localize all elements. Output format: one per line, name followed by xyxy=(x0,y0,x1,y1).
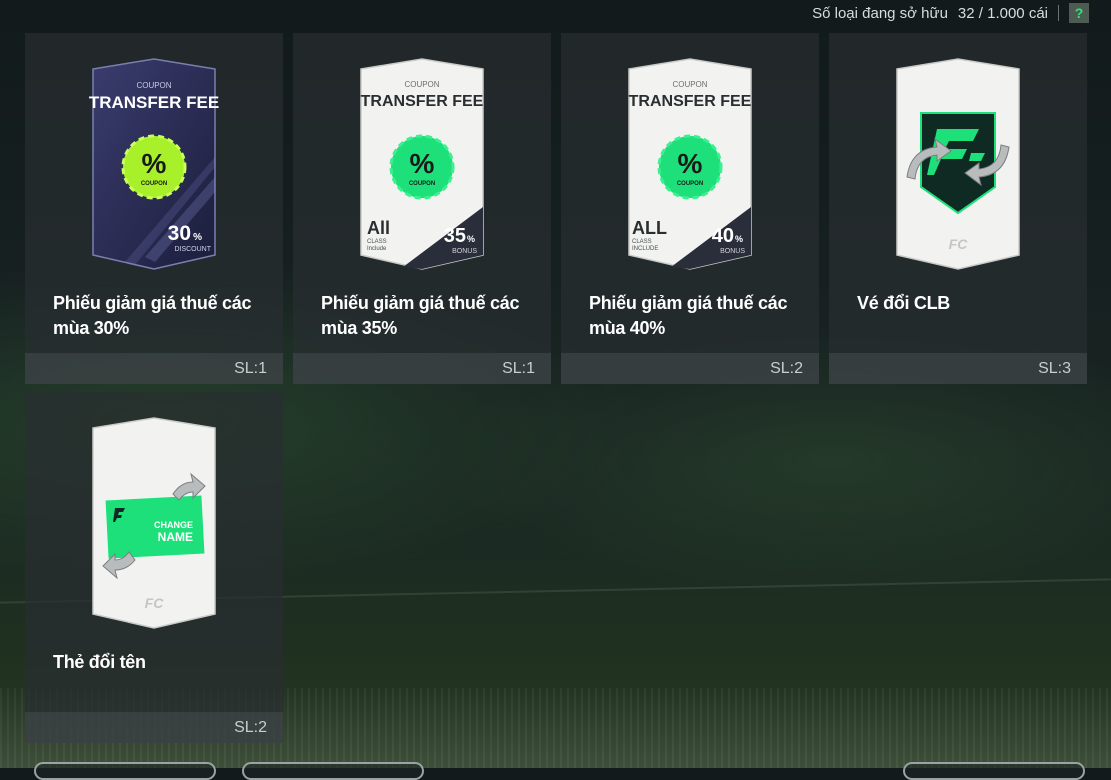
coupon-ticket-image: COUPON TRANSFER FEE % COUPON All CLASS I… xyxy=(360,58,484,270)
owned-value: 32 / 1.000 cái xyxy=(957,4,1048,22)
name-change-card-image: CHANGE NAME FC xyxy=(92,417,216,629)
percent-badge-icon: % COUPON xyxy=(121,134,187,200)
item-name: Thẻ đổi tên xyxy=(53,652,146,672)
owned-label: Số loại đang sở hữu xyxy=(812,4,948,22)
svg-text:%: % xyxy=(193,232,202,243)
item-card-tax-30[interactable]: COUPON TRANSFER FEE % COUPON 30 % DISCOU… xyxy=(25,33,283,384)
svg-text:COUPON: COUPON xyxy=(677,181,703,187)
svg-text:FC: FC xyxy=(949,236,969,252)
coupon-ticket-image: COUPON TRANSFER FEE % COUPON ALL CLASS I… xyxy=(628,58,752,270)
item-quantity: SL:2 xyxy=(25,712,283,743)
svg-text:TRANSFER FEE: TRANSFER FEE xyxy=(629,93,752,110)
svg-text:COUPON: COUPON xyxy=(672,80,707,89)
svg-text:CHANGE: CHANGE xyxy=(154,520,193,530)
svg-text:COUPON: COUPON xyxy=(409,181,435,187)
club-change-ticket-image: FC xyxy=(896,58,1020,270)
svg-text:DISCOUNT: DISCOUNT xyxy=(174,246,211,253)
svg-text:ALL: ALL xyxy=(632,218,667,238)
svg-text:TRANSFER FEE: TRANSFER FEE xyxy=(361,93,484,110)
svg-text:35: 35 xyxy=(444,225,466,247)
help-icon: ? xyxy=(1074,5,1084,21)
svg-text:30: 30 xyxy=(168,222,191,245)
item-card-tax-40[interactable]: COUPON TRANSFER FEE % COUPON ALL CLASS I… xyxy=(561,33,819,384)
svg-text:CLASS: CLASS xyxy=(367,239,387,245)
percent-badge-icon: % COUPON xyxy=(389,134,455,200)
svg-text:All: All xyxy=(367,218,390,238)
item-card-name-change[interactable]: CHANGE NAME FC Thẻ đổi tên SL:2 xyxy=(25,392,283,743)
bottom-button-2[interactable] xyxy=(242,762,424,780)
coupon-ticket-image: COUPON TRANSFER FEE % COUPON 30 % DISCOU… xyxy=(89,58,219,270)
svg-text:Include: Include xyxy=(367,246,387,252)
item-name: Phiếu giảm giá thuế các mùa 30% xyxy=(53,293,252,338)
svg-text:%: % xyxy=(467,234,475,244)
item-name: Phiếu giảm giá thuế các mùa 40% xyxy=(589,293,788,338)
svg-text:COUPON: COUPON xyxy=(141,181,167,187)
svg-text:FC: FC xyxy=(145,595,165,611)
svg-text:TRANSFER FEE: TRANSFER FEE xyxy=(89,93,219,112)
svg-text:BONUS: BONUS xyxy=(452,248,477,255)
svg-text:NAME: NAME xyxy=(158,530,193,544)
help-button[interactable]: ? xyxy=(1069,3,1089,23)
item-quantity: SL:2 xyxy=(561,353,819,384)
owned-count-bar: Số loại đang sở hữu 32 / 1.000 cái ? xyxy=(812,2,1089,24)
bottom-button-1[interactable] xyxy=(34,762,216,780)
item-quantity: SL:3 xyxy=(829,353,1087,384)
svg-text:%: % xyxy=(142,148,167,179)
svg-text:COUPON: COUPON xyxy=(136,81,171,90)
svg-text:40: 40 xyxy=(712,225,734,247)
svg-text:INCLUDE: INCLUDE xyxy=(632,246,658,252)
item-quantity: SL:1 xyxy=(293,353,551,384)
percent-badge-icon: % COUPON xyxy=(657,134,723,200)
divider xyxy=(1058,5,1059,21)
item-name: Phiếu giảm giá thuế các mùa 35% xyxy=(321,293,520,338)
bottom-button-3[interactable] xyxy=(903,762,1085,780)
item-card-tax-35[interactable]: COUPON TRANSFER FEE % COUPON All CLASS I… xyxy=(293,33,551,384)
svg-text:BONUS: BONUS xyxy=(720,248,745,255)
svg-text:%: % xyxy=(735,234,743,244)
svg-text:%: % xyxy=(410,148,435,179)
svg-text:%: % xyxy=(678,148,703,179)
change-name-ticket: CHANGE NAME xyxy=(105,495,205,559)
svg-text:COUPON: COUPON xyxy=(404,80,439,89)
item-quantity: SL:1 xyxy=(25,353,283,384)
svg-text:CLASS: CLASS xyxy=(632,239,652,245)
item-name: Vé đổi CLB xyxy=(857,293,951,313)
item-card-club-change[interactable]: FC Vé đổi CLB SL:3 xyxy=(829,33,1087,384)
